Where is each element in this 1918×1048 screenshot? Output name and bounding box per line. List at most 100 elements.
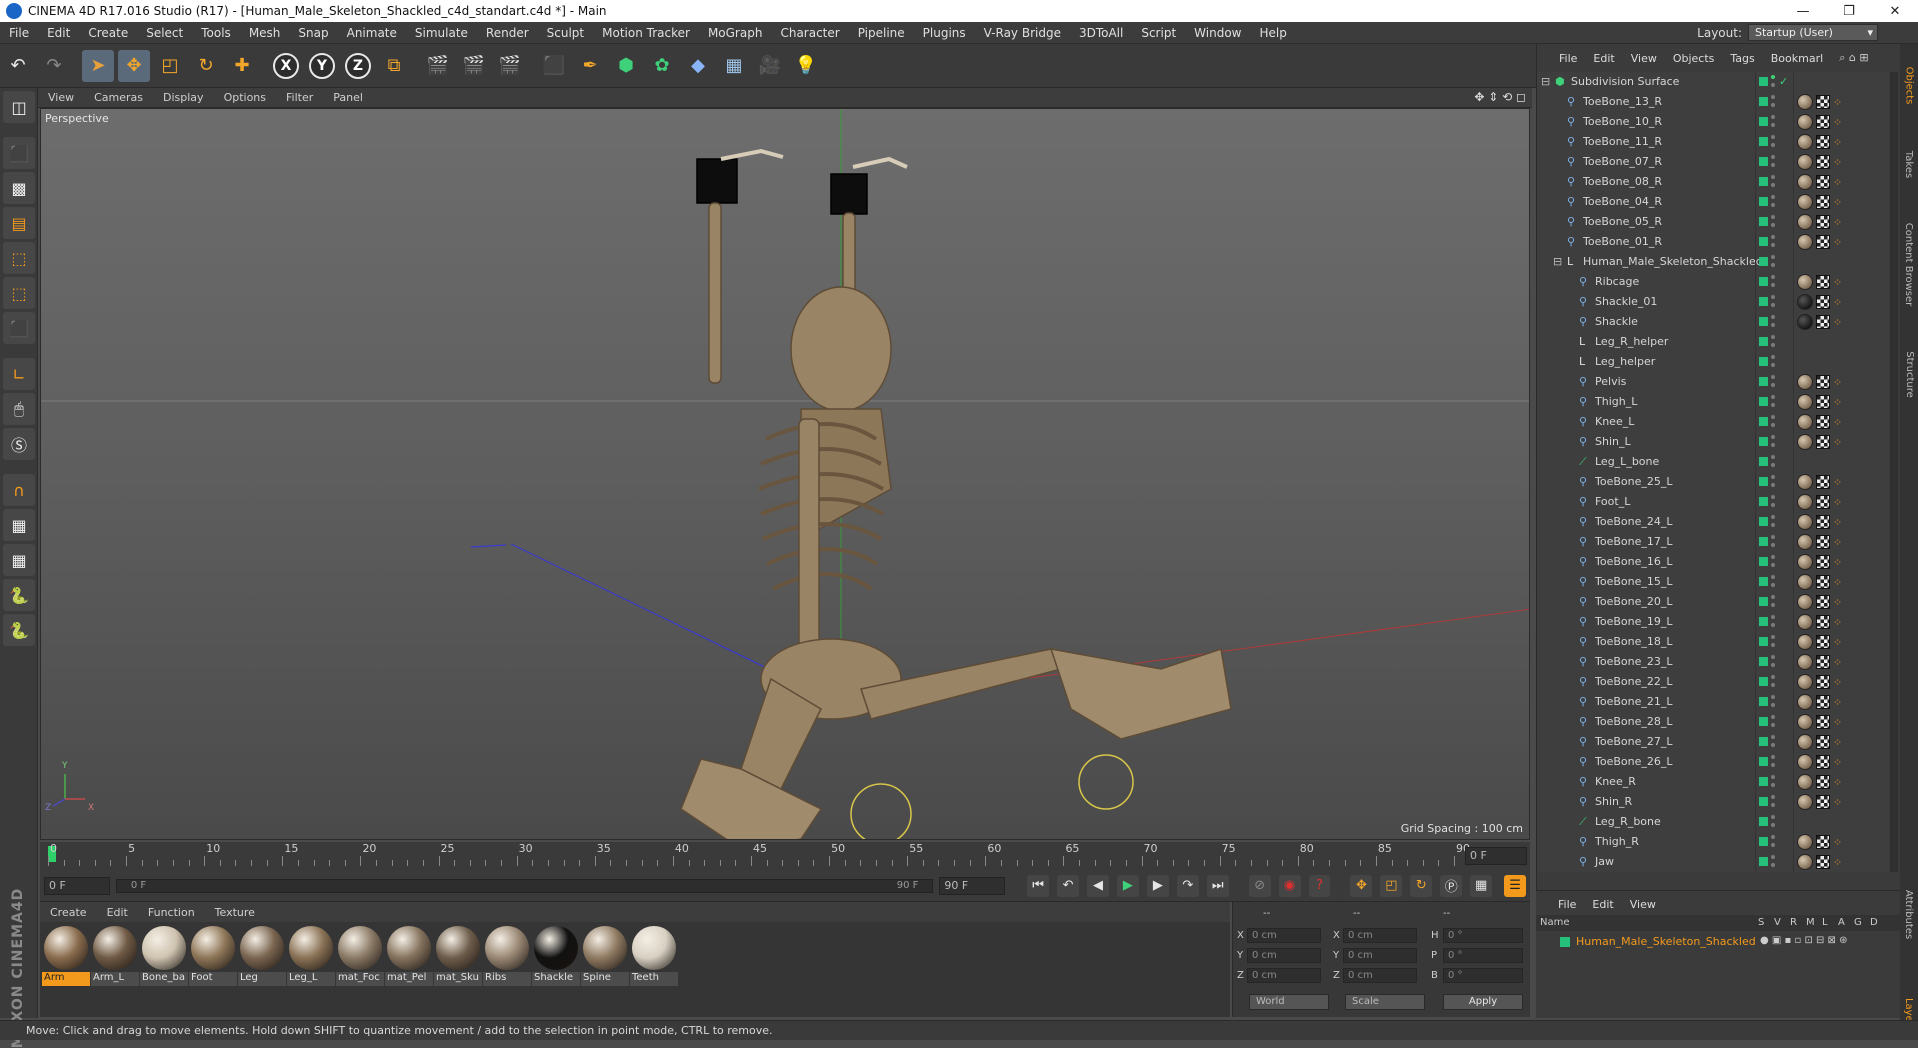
render-visibility-dot[interactable] — [1771, 683, 1775, 687]
object-row[interactable]: ⚲ ToeBone_20_L ⁘ — [1537, 592, 1889, 612]
editor-visibility-dot[interactable] — [1771, 355, 1775, 359]
object-row[interactable]: ⚲ Knee_L ⁘ — [1537, 412, 1889, 432]
key-parameter-button[interactable]: Ⓟ — [1440, 874, 1463, 897]
uvw-tag-icon[interactable] — [1816, 395, 1830, 409]
object-row[interactable]: ⚲ ToeBone_01_R ⁘ — [1537, 232, 1889, 252]
next-key-button[interactable]: ↷ — [1176, 874, 1199, 897]
layer-color-indicator[interactable] — [1759, 357, 1768, 366]
object-row[interactable]: ⚲ ToeBone_05_R ⁘ — [1537, 212, 1889, 232]
material-swatch[interactable]: Arm_L — [91, 924, 139, 1017]
menu-create[interactable]: Create — [79, 26, 137, 40]
material-tag-icon[interactable] — [1797, 714, 1813, 730]
restore-button[interactable]: ❐ — [1826, 0, 1872, 22]
menu-select[interactable]: Select — [137, 26, 192, 40]
uvw-tag-icon[interactable] — [1816, 415, 1830, 429]
minimize-button[interactable]: — — [1780, 0, 1826, 22]
coordinate-system-button[interactable]: ⧉ — [378, 50, 410, 82]
key-scale-button[interactable]: ◰ — [1380, 874, 1403, 897]
layer-color-indicator[interactable] — [1759, 177, 1768, 186]
viewport-menu-view[interactable]: View — [38, 91, 84, 104]
object-name[interactable]: ToeBone_18_L — [1595, 635, 1673, 648]
material-tag-icon[interactable] — [1797, 734, 1813, 750]
live-selection-button[interactable]: ✚ — [226, 50, 258, 82]
editor-visibility-dot[interactable] — [1771, 75, 1775, 79]
weight-tag-icon[interactable]: ⁘ — [1833, 236, 1842, 249]
weight-tag-icon[interactable]: ⁘ — [1833, 416, 1842, 429]
object-name[interactable]: ToeBone_11_R — [1583, 135, 1662, 148]
menu-character[interactable]: Character — [771, 26, 848, 40]
start-frame-field[interactable]: 0 F — [44, 876, 110, 895]
edges-mode-button[interactable]: ⬚ — [3, 277, 35, 309]
x-axis-lock-button[interactable]: X — [270, 50, 302, 82]
layer-row[interactable]: Human_Male_Skeleton_Shackled ● ▣ ▪ ▫ ⊡ ⊟… — [1536, 933, 1900, 951]
layer-color-indicator[interactable] — [1759, 717, 1768, 726]
render-visibility-dot[interactable] — [1771, 283, 1775, 287]
layer-toggle-icons[interactable]: ● ▣ ▪ ▫ ⊡ ⊟ ⊠ ⊛ — [1760, 935, 1848, 946]
axis-mode-button[interactable]: ∟ — [3, 358, 35, 390]
menu-window[interactable]: Window — [1185, 26, 1250, 40]
deformer-button[interactable]: ◆ — [682, 50, 714, 82]
render-visibility-dot[interactable] — [1771, 843, 1775, 847]
editor-visibility-dot[interactable] — [1771, 175, 1775, 179]
layer-menu-view[interactable]: View — [1622, 898, 1664, 911]
object-name[interactable]: ToeBone_08_R — [1583, 175, 1662, 188]
workplane-mode-button[interactable]: ▤ — [3, 207, 35, 239]
render-settings-button[interactable]: 🎬 — [494, 50, 526, 82]
coord-space-dropdown[interactable]: World — [1249, 994, 1329, 1010]
editor-visibility-dot[interactable] — [1771, 675, 1775, 679]
editor-visibility-dot[interactable] — [1771, 195, 1775, 199]
object-row[interactable]: ⟋ Leg_L_bone — [1537, 452, 1889, 472]
material-tag-icon[interactable] — [1797, 514, 1813, 530]
go-to-start-button[interactable]: ⏮ — [1027, 874, 1050, 897]
layer-color-indicator[interactable] — [1759, 677, 1768, 686]
material-swatch[interactable]: Leg_L — [287, 924, 335, 1017]
object-row[interactable]: ⚲ Shackle ⁘ — [1537, 312, 1889, 332]
viewport-nav-icons[interactable]: ✥ ⇕ ⟲ ◻ — [1474, 90, 1526, 104]
weight-tag-icon[interactable]: ⁘ — [1833, 376, 1842, 389]
material-swatch[interactable]: Teeth — [630, 924, 678, 1017]
material-tag-icon[interactable] — [1797, 534, 1813, 550]
layer-color-indicator[interactable] — [1759, 277, 1768, 286]
editor-visibility-dot[interactable] — [1771, 655, 1775, 659]
layer-color-indicator[interactable] — [1759, 497, 1768, 506]
object-row[interactable]: ⚲ Thigh_L ⁘ — [1537, 392, 1889, 412]
render-visibility-dot[interactable] — [1771, 263, 1775, 267]
material-tag-icon[interactable] — [1797, 274, 1813, 290]
weight-tag-icon[interactable]: ⁘ — [1833, 596, 1842, 609]
render-visibility-dot[interactable] — [1771, 863, 1775, 867]
layer-color-indicator[interactable] — [1759, 837, 1768, 846]
layer-color-indicator[interactable] — [1759, 757, 1768, 766]
weight-tag-icon[interactable]: ⁘ — [1833, 736, 1842, 749]
render-visibility-dot[interactable] — [1771, 523, 1775, 527]
render-visibility-dot[interactable] — [1771, 463, 1775, 467]
move-tool-button[interactable]: ✥ — [118, 49, 150, 82]
layer-color-indicator[interactable] — [1759, 577, 1768, 586]
layer-color-indicator[interactable] — [1759, 477, 1768, 486]
editor-visibility-dot[interactable] — [1771, 495, 1775, 499]
weight-tag-icon[interactable]: ⁘ — [1833, 96, 1842, 109]
object-menu-tags[interactable]: Tags — [1722, 52, 1762, 65]
editor-visibility-dot[interactable] — [1771, 595, 1775, 599]
material-tag-icon[interactable] — [1797, 834, 1813, 850]
viewport-menu-cameras[interactable]: Cameras — [84, 91, 153, 104]
object-row[interactable]: ⚲ ToeBone_11_R ⁘ — [1537, 132, 1889, 152]
previous-key-button[interactable]: ↶ — [1057, 874, 1080, 897]
object-name[interactable]: ToeBone_25_L — [1595, 475, 1673, 488]
layer-color-indicator[interactable] — [1759, 117, 1768, 126]
editor-visibility-dot[interactable] — [1771, 95, 1775, 99]
layer-color-indicator[interactable] — [1759, 217, 1768, 226]
editor-visibility-dot[interactable] — [1771, 795, 1775, 799]
layer-color-indicator[interactable] — [1759, 257, 1768, 266]
object-name[interactable]: ToeBone_16_L — [1595, 555, 1673, 568]
layer-color-indicator[interactable] — [1759, 317, 1768, 326]
object-row[interactable]: ⚲ Foot_L ⁘ — [1537, 492, 1889, 512]
object-name[interactable]: Human_Male_Skeleton_Shackled — [1583, 255, 1763, 268]
next-frame-button[interactable]: ▶ — [1146, 874, 1169, 897]
material-swatch[interactable]: Ribs — [483, 924, 531, 1017]
menu-file[interactable]: File — [0, 26, 38, 40]
object-name[interactable]: Shin_R — [1595, 795, 1632, 808]
uvw-tag-icon[interactable] — [1816, 375, 1830, 389]
object-menu-edit[interactable]: Edit — [1585, 52, 1622, 65]
uvw-tag-icon[interactable] — [1816, 715, 1830, 729]
material-tag-icon[interactable] — [1797, 694, 1813, 710]
